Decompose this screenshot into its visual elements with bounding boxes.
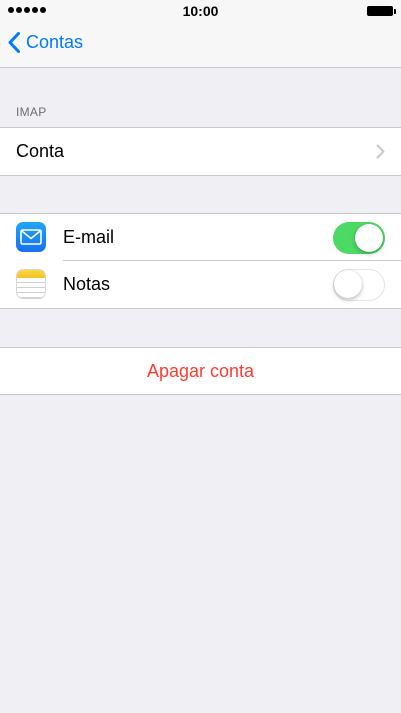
account-row-label: Conta	[16, 141, 65, 161]
status-bar: 10:00	[0, 0, 401, 22]
service-row-email: E-mail	[0, 214, 401, 261]
chevron-left-icon	[8, 32, 20, 53]
notes-toggle[interactable]	[333, 269, 385, 301]
section-header: IMAP	[16, 105, 47, 119]
chevron-right-icon	[376, 144, 385, 159]
service-row-notes: Notas	[0, 261, 401, 308]
notes-icon	[16, 269, 46, 299]
account-group: Conta	[0, 127, 401, 176]
toggle-knob	[334, 270, 362, 298]
email-toggle[interactable]	[333, 222, 385, 254]
services-group: E-mail Notas	[0, 213, 401, 309]
service-label-notes: Notas	[63, 274, 111, 294]
navigation-bar: Contas	[0, 22, 401, 68]
status-time: 10:00	[182, 3, 219, 19]
account-row[interactable]: Conta	[0, 128, 401, 175]
delete-group: Apagar conta	[0, 347, 401, 395]
delete-account-button[interactable]: Apagar conta	[0, 348, 401, 394]
back-button-label: Contas	[26, 32, 84, 52]
battery-icon	[367, 6, 396, 16]
toggle-knob	[355, 224, 383, 252]
service-label-email: E-mail	[63, 227, 115, 247]
mail-icon	[16, 222, 46, 252]
back-button[interactable]: Contas	[8, 32, 83, 53]
